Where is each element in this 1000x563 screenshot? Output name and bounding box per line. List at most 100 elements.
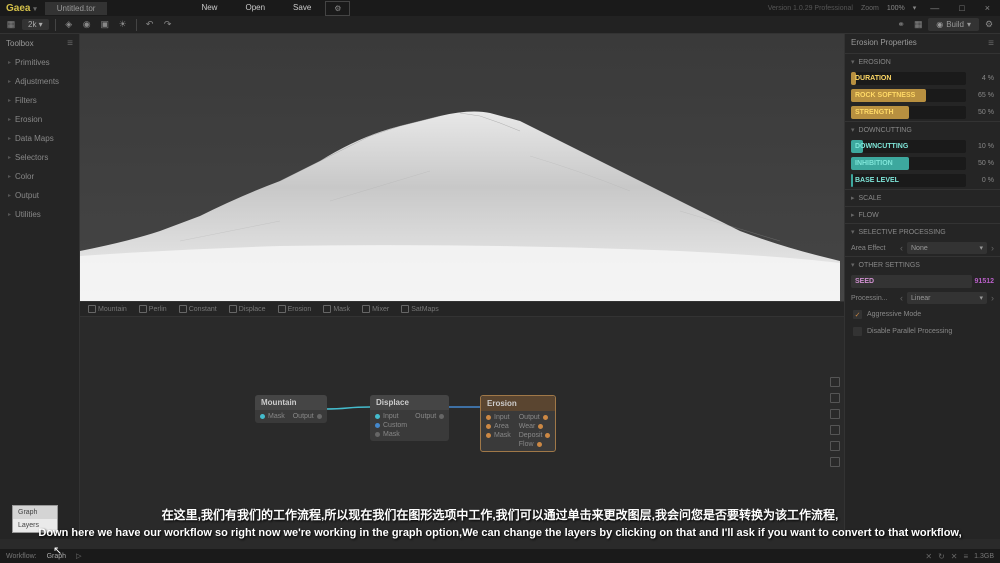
section-selective[interactable]: ▾SELECTIVE PROCESSING [845, 223, 1000, 240]
node-title: Mountain [255, 395, 327, 410]
processing-select[interactable]: Linear▾ [907, 292, 987, 304]
slider-base-level[interactable]: BASE LEVEL [851, 174, 966, 187]
status-icon-3[interactable]: ✕ [951, 552, 958, 561]
nodetool-erosion[interactable]: Erosion [278, 305, 312, 313]
node-graph[interactable]: Mountain Mask Output Displace Input Cust… [80, 317, 844, 539]
tool-camera-icon[interactable]: ▣ [98, 18, 112, 32]
sidebar-item-filters[interactable]: ▸Filters [0, 91, 79, 110]
status-icon-2[interactable]: ↻ [938, 552, 945, 561]
toolbox-menu-icon[interactable]: ≡ [67, 38, 73, 49]
viewport-3d[interactable] [80, 34, 844, 301]
tool-shape-icon[interactable]: ◈ [62, 18, 76, 32]
nodetool-satmaps[interactable]: SatMaps [401, 305, 439, 313]
aggressive-label: Aggressive Mode [867, 311, 921, 318]
section-other[interactable]: ▾OTHER SETTINGS [845, 256, 1000, 273]
sidebar-item-output[interactable]: ▸Output [0, 186, 79, 205]
slider-strength[interactable]: STRENGTH [851, 106, 966, 119]
menu-bar: New Open Save ⚙ [187, 1, 350, 16]
build-button[interactable]: ◉ Build ▾ [928, 18, 979, 31]
undo-icon[interactable]: ↶ [143, 18, 157, 32]
zoom-chevron-icon[interactable]: ▾ [913, 4, 917, 12]
graph-tool-3[interactable] [830, 409, 840, 419]
node-mountain[interactable]: Mountain Mask Output [255, 395, 327, 423]
tool-sun-icon[interactable]: ☀ [116, 18, 130, 32]
sidebar-item-datamaps[interactable]: ▸Data Maps [0, 129, 79, 148]
section-scale[interactable]: ▸SCALE [845, 189, 1000, 206]
resolution-select[interactable]: 2k ▾ [22, 19, 49, 30]
menu-new[interactable]: New [187, 1, 231, 16]
workflow-layers[interactable]: Layers [13, 519, 57, 532]
nodetool-constant[interactable]: Constant [179, 305, 217, 313]
section-flow[interactable]: ▸FLOW [845, 206, 1000, 223]
disable-parallel-checkbox[interactable] [853, 327, 862, 336]
sidebar-item-adjustments[interactable]: ▸Adjustments [0, 72, 79, 91]
grid-icon[interactable]: ▦ [911, 18, 925, 32]
area-effect-select[interactable]: None▾ [907, 242, 987, 254]
gear-icon[interactable]: ⚙ [325, 1, 350, 16]
node-title: Erosion [481, 396, 555, 411]
file-tab[interactable]: Untitled.tor [45, 2, 108, 15]
graph-tool-5[interactable] [830, 441, 840, 451]
node-toolbar: Mountain Perlin Constant Displace Erosio… [80, 301, 844, 317]
seed-value: 91512 [975, 278, 994, 285]
node-erosion[interactable]: Erosion Input Area Mask Output Wear Depo… [480, 395, 556, 452]
graph-tool-6[interactable] [830, 457, 840, 467]
status-icon-1[interactable]: ✕ [925, 552, 932, 561]
sidebar-item-utilities[interactable]: ▸Utilities [0, 205, 79, 224]
processing-label: Processin... [851, 295, 896, 302]
status-workflow-label: Workflow: [6, 553, 37, 560]
sidebar: Toolbox ≡ ▸Primitives ▸Adjustments ▸Filt… [0, 34, 80, 539]
menu-open[interactable]: Open [231, 1, 279, 16]
title-bar: Gaea ▾ Untitled.tor New Open Save ⚙ Vers… [0, 0, 1000, 16]
graph-tool-2[interactable] [830, 393, 840, 403]
minimize-button[interactable]: — [924, 3, 945, 13]
link-icon[interactable]: ⚭ [894, 18, 908, 32]
props-header: Erosion Properties ≡ [845, 34, 1000, 53]
seed-input[interactable]: SEED [851, 275, 972, 288]
status-play-icon[interactable]: ▷ [76, 552, 81, 560]
nodetool-mixer[interactable]: Mixer [362, 305, 389, 313]
graph-tool-4[interactable] [830, 425, 840, 435]
disable-parallel-label: Disable Parallel Processing [867, 328, 952, 335]
nodetool-displace[interactable]: Displace [229, 305, 266, 313]
app-logo[interactable]: Gaea ▾ [0, 3, 43, 14]
nodetool-mask[interactable]: Mask [323, 305, 350, 313]
node-title: Displace [370, 395, 449, 410]
version-label: Version 1.0.29 Professional [768, 5, 853, 12]
maximize-button[interactable]: □ [953, 3, 970, 13]
props-menu-icon[interactable]: ≡ [988, 38, 994, 49]
section-downcutting[interactable]: ▾DOWNCUTTING [845, 121, 1000, 138]
status-workflow-value[interactable]: Graph [47, 553, 66, 560]
status-icon-4[interactable]: ≡ [963, 552, 968, 561]
node-displace[interactable]: Displace Input Custom Mask Output [370, 395, 449, 441]
slider-inhibition[interactable]: INHIBITION [851, 157, 966, 170]
status-mem: 1.3GB [974, 553, 994, 560]
menu-save[interactable]: Save [279, 1, 325, 16]
workflow-popup: Graph Layers [12, 505, 58, 533]
section-erosion[interactable]: ▾EROSION [845, 53, 1000, 70]
sidebar-item-color[interactable]: ▸Color [0, 167, 79, 186]
sidebar-item-selectors[interactable]: ▸Selectors [0, 148, 79, 167]
tool-globe-icon[interactable]: ◉ [80, 18, 94, 32]
status-bar: Workflow: Graph ▷ ✕ ↻ ✕ ≡ 1.3GB [0, 549, 1000, 563]
zoom-value[interactable]: 100% [887, 5, 905, 12]
slider-duration[interactable]: DURATION [851, 72, 966, 85]
nodetool-perlin[interactable]: Perlin [139, 305, 167, 313]
nodetool-mountain[interactable]: Mountain [88, 305, 127, 313]
toolbox-header: Toolbox ≡ [0, 34, 79, 53]
sidebar-item-erosion[interactable]: ▸Erosion [0, 110, 79, 129]
workflow-graph[interactable]: Graph [13, 506, 57, 519]
slider-rock-softness[interactable]: ROCK SOFTNESS [851, 89, 966, 102]
graph-tool-1[interactable] [830, 377, 840, 387]
layers-icon[interactable]: ▦ [4, 18, 18, 32]
area-effect-label: Area Effect [851, 245, 896, 252]
zoom-label: Zoom [861, 5, 879, 12]
redo-icon[interactable]: ↷ [161, 18, 175, 32]
properties-panel: Erosion Properties ≡ ▾EROSION DURATION4 … [844, 34, 1000, 539]
sidebar-item-primitives[interactable]: ▸Primitives [0, 53, 79, 72]
close-button[interactable]: × [979, 3, 996, 13]
aggressive-checkbox[interactable] [853, 310, 862, 319]
slider-downcutting[interactable]: DOWNCUTTING [851, 140, 966, 153]
main-toolbar: ▦ 2k ▾ ◈ ◉ ▣ ☀ ↶ ↷ ⚭ ▦ ◉ Build ▾ ⚙ [0, 16, 1000, 34]
settings-icon[interactable]: ⚙ [982, 18, 996, 32]
